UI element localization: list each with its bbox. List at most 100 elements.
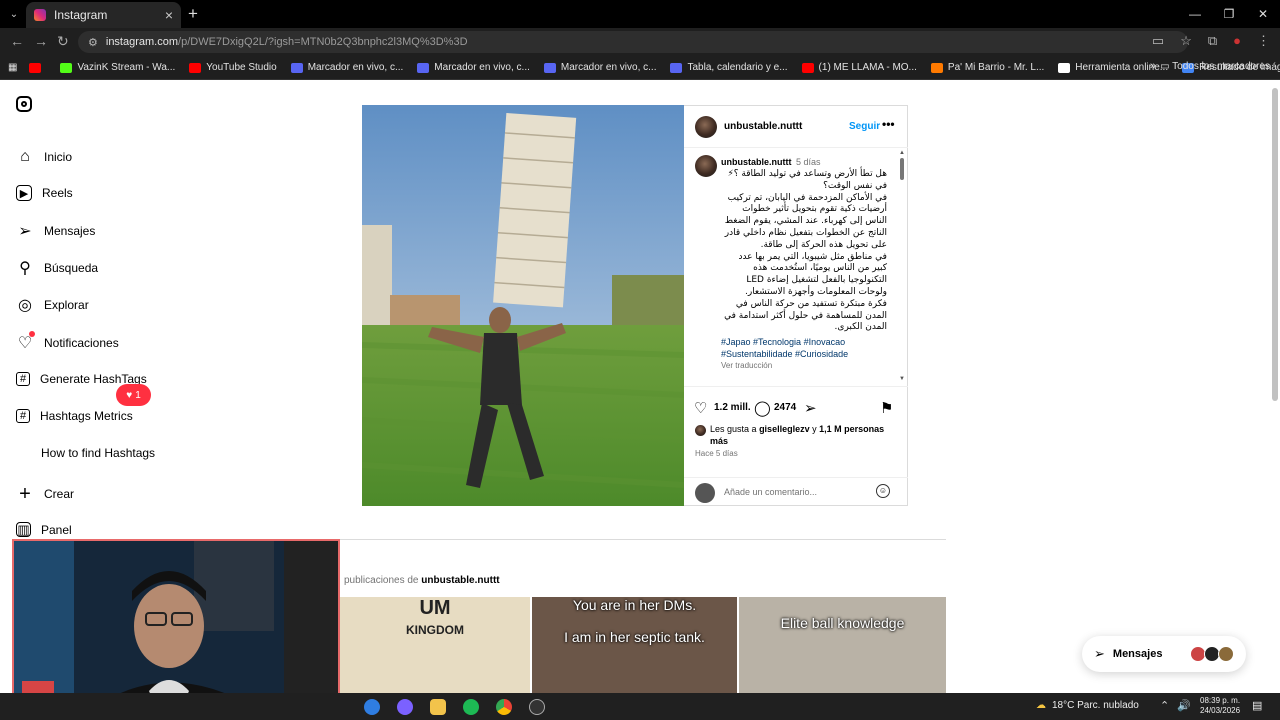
- close-window-button[interactable]: ✕: [1246, 0, 1280, 28]
- back-icon[interactable]: ←: [10, 33, 24, 49]
- heart-icon: ♥: [126, 389, 133, 401]
- post-video[interactable]: [362, 105, 684, 506]
- save-bookmark-icon[interactable]: ⚑: [880, 399, 893, 417]
- liker-avatar[interactable]: [695, 425, 706, 436]
- nav-create[interactable]: + Crear: [16, 483, 74, 505]
- cast-icon[interactable]: ▭: [1152, 33, 1164, 49]
- reload-icon[interactable]: ↻: [57, 33, 69, 50]
- bookmark-favicon-icon: [60, 62, 73, 73]
- bookmark-item[interactable]: Marcador en vivo, c...: [417, 62, 530, 73]
- posted-time[interactable]: Hace 5 días: [695, 449, 738, 458]
- notification-center-icon[interactable]: ▤: [1252, 699, 1262, 712]
- bookmark-item[interactable]: Marcador en vivo, c...: [543, 62, 656, 73]
- new-tab-button[interactable]: +: [188, 4, 198, 24]
- caption-line: في الأماكن المزدحمة في اليابان، تم تركيب: [727, 192, 887, 203]
- comment-input[interactable]: Añade un comentario...: [724, 487, 817, 497]
- url-path: /p/DWE7DxigQ2L/?igsh=MTN0b2Q3bnphc2l3MQ%…: [178, 36, 468, 48]
- nav-how-to-find-hashtags[interactable]: How to find Hashtags: [41, 446, 155, 460]
- bookmark-item[interactable]: YouTube Studio: [189, 62, 277, 73]
- caption-line: في نفس الوقت؟: [823, 180, 887, 191]
- comments-count: 2474: [774, 402, 797, 413]
- author-username[interactable]: unbustable.nuttt: [724, 121, 802, 132]
- caption-username[interactable]: unbustable.nuttt: [721, 157, 792, 167]
- page-scrollbar[interactable]: [1272, 88, 1278, 401]
- site-info-icon[interactable]: ⚙: [88, 36, 98, 49]
- nav-notifications[interactable]: ♡ Notificaciones: [16, 331, 119, 352]
- chrome-icon[interactable]: [496, 699, 512, 715]
- bookmark-star-icon[interactable]: ☆: [1180, 33, 1192, 49]
- notification-badge[interactable]: ♥ 1: [116, 384, 151, 406]
- caption-hashtags[interactable]: #Japao #Tecnologia #Inovacao #Sustentabi…: [721, 336, 891, 360]
- bookmark-item[interactable]: Tabla, calendario y e...: [670, 62, 788, 73]
- comment-icon[interactable]: ◯: [754, 399, 771, 417]
- caption-line: على تحويل هذه الحركة إلى طاقة.: [760, 239, 887, 250]
- caption-line: فكرة مبتكرة تستفيد من حركة الناس في: [735, 298, 887, 309]
- tray-overflow-icon[interactable]: ⌃: [1160, 699, 1169, 712]
- bookmark-favicon-icon: [670, 62, 683, 73]
- url-input[interactable]: ⚙ instagram.com/p/DWE7DxigQ2L/?igsh=MTN0…: [78, 31, 1188, 53]
- nav-messages[interactable]: ➢ Mensajes: [16, 222, 95, 240]
- more-posts-username[interactable]: unbustable.nuttt: [421, 575, 499, 586]
- nav-hashtags-metrics[interactable]: # Hashtags Metrics: [16, 409, 133, 423]
- apps-icon[interactable]: ▦: [8, 62, 17, 73]
- caption-line: أرضيات ذكية تقوم بتحويل تأثير خطوات: [742, 204, 887, 215]
- obs-icon[interactable]: [529, 699, 545, 715]
- post-details-panel: unbustable.nuttt Seguir ••• unbustable.n…: [684, 105, 908, 506]
- post-thumbnail[interactable]: Elite ball knowledge: [739, 597, 946, 693]
- all-bookmarks-folder[interactable]: ▭ Todos los marcadores: [1160, 61, 1270, 72]
- liker-username[interactable]: giselleglezv: [759, 424, 810, 434]
- browser-tab[interactable]: Instagram ×: [26, 2, 181, 28]
- weather-widget[interactable]: ☁ 18°C Parc. nublado: [1036, 700, 1139, 711]
- bookmark-item[interactable]: (1) ME LLAMA - MO...: [801, 62, 917, 73]
- bookmark-item[interactable]: Marcador en vivo, c...: [290, 62, 403, 73]
- caption-line: الناتج عن الخطوات بتفعيل نظام داخلي قادر: [724, 227, 887, 238]
- url-host: instagram.com: [105, 36, 179, 48]
- share-icon[interactable]: ➢: [804, 399, 817, 417]
- nav-home[interactable]: ⌂ Inicio: [16, 148, 72, 166]
- spotify-icon[interactable]: [463, 699, 479, 715]
- messages-floating-button[interactable]: ➢ Mensajes: [1082, 636, 1246, 672]
- nav-explore[interactable]: ◎ Explorar: [16, 296, 89, 314]
- folder-icon[interactable]: [430, 699, 446, 715]
- profile-icon[interactable]: ●: [1233, 33, 1241, 49]
- post-thumbnail[interactable]: You are in her DMs. I am in her septic t…: [532, 597, 737, 693]
- caption-scrollbar[interactable]: [900, 158, 904, 180]
- more-options-icon[interactable]: •••: [882, 117, 895, 131]
- maximize-button[interactable]: ❐: [1212, 0, 1246, 28]
- bookmark-item[interactable]: VazinK Stream - Wa...: [60, 62, 175, 73]
- search-icon: ⚲: [19, 260, 31, 277]
- section-divider: [340, 539, 946, 540]
- forward-icon[interactable]: →: [34, 33, 48, 49]
- scroll-down-arrow-icon[interactable]: ▼: [899, 376, 905, 382]
- nav-reels[interactable]: ▶ Reels: [16, 185, 73, 201]
- browser-menu-icon[interactable]: ⋮: [1257, 33, 1270, 49]
- tab-close-icon[interactable]: ×: [165, 7, 173, 23]
- clock[interactable]: 08:39 p. m. 24/03/2026: [1200, 696, 1240, 716]
- follow-button[interactable]: Seguir: [849, 121, 880, 132]
- bookmark-item[interactable]: [29, 62, 46, 73]
- bookmark-item[interactable]: Pa' Mi Barrio - Mr. L...: [930, 62, 1044, 73]
- app-icon[interactable]: [397, 699, 413, 715]
- comment-box: Añade un comentario... ☺: [684, 477, 908, 507]
- edge-icon[interactable]: [364, 699, 380, 715]
- like-heart-icon[interactable]: ♡: [694, 399, 707, 417]
- system-tray: ⌃ 🔊: [1160, 699, 1191, 712]
- emoji-icon[interactable]: ☺: [876, 484, 890, 498]
- extensions-icon[interactable]: ⧉: [1208, 33, 1217, 49]
- nav-search[interactable]: ⚲ Búsqueda: [16, 259, 98, 277]
- scroll-up-arrow-icon[interactable]: ▲: [899, 150, 905, 156]
- nav-dashboard[interactable]: ▥ Panel: [16, 522, 72, 537]
- post-thumbnail[interactable]: UM KINGDOM: [340, 597, 530, 693]
- tab-search-icon[interactable]: ⌄: [0, 0, 28, 28]
- caption-avatar[interactable]: [695, 155, 717, 177]
- instagram-logo-icon[interactable]: [16, 96, 32, 112]
- minimize-button[interactable]: —: [1178, 0, 1212, 28]
- messages-label: Mensajes: [1112, 648, 1163, 660]
- see-translation-link[interactable]: Ver traducción: [721, 361, 772, 370]
- liked-by-text: Les gusta a giselleglezv y 1,1 M persona…: [710, 424, 885, 446]
- volume-icon[interactable]: 🔊: [1177, 699, 1191, 712]
- author-avatar[interactable]: [695, 116, 717, 138]
- caption-line: هل تطأ الأرض وتساعد في توليد الطاقة ؟⚡: [727, 169, 887, 179]
- bookmark-favicon-icon: [29, 62, 42, 73]
- bookmarks-overflow-icon[interactable]: »: [1150, 60, 1156, 72]
